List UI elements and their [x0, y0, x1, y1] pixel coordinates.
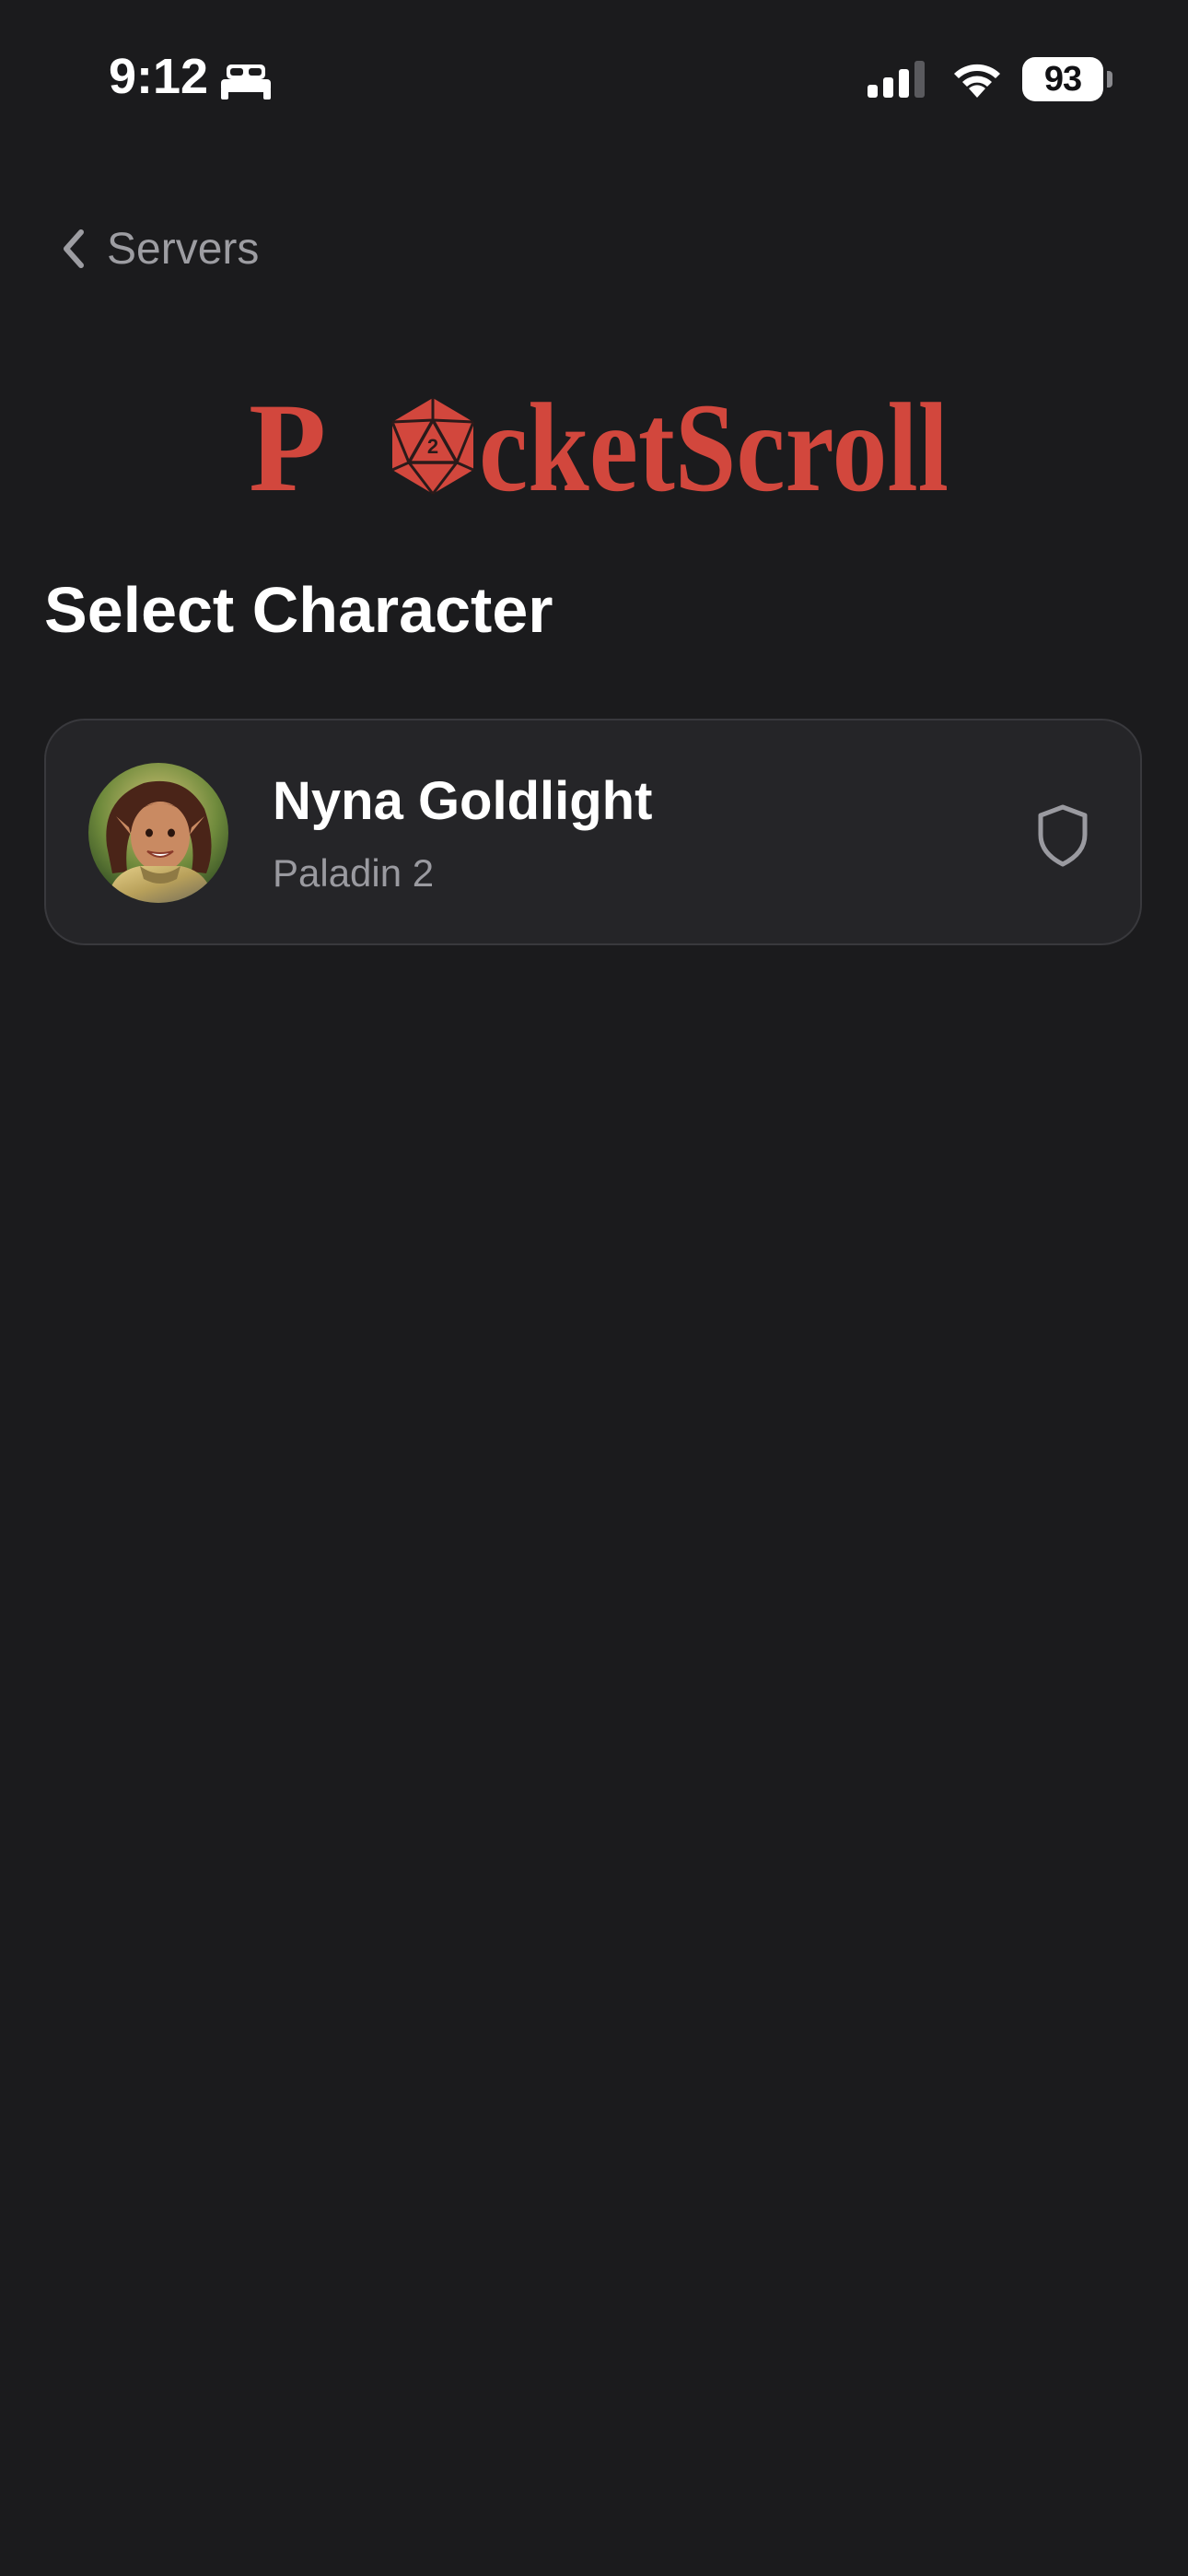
pocketscroll-logo: P 2 cketScroll — [249, 378, 949, 516]
character-card[interactable]: Nyna Goldlight Paladin 2 — [44, 719, 1142, 945]
status-bar: 9:12 93 — [0, 0, 1188, 157]
page-title: Select Character — [44, 574, 553, 646]
status-time: 9:12 — [109, 49, 209, 104]
battery-indicator: 93 — [1022, 57, 1112, 101]
shield-icon — [1038, 804, 1088, 867]
battery-body: 93 — [1022, 57, 1103, 101]
wifi-icon — [954, 64, 1000, 98]
battery-cap — [1107, 71, 1112, 88]
logo-text-start: P — [249, 378, 326, 516]
cellular-signal-icon — [868, 61, 925, 98]
character-avatar — [88, 763, 228, 903]
d20-icon: 2 — [390, 398, 475, 495]
chevron-left-icon — [64, 229, 84, 268]
logo-text-end: cketScroll — [479, 378, 949, 516]
bed-icon — [221, 64, 271, 100]
battery-level: 93 — [1043, 59, 1082, 99]
back-button-label: Servers — [107, 224, 260, 274]
character-class-level: Paladin 2 — [273, 851, 435, 895]
character-name: Nyna Goldlight — [273, 771, 653, 831]
die-number: 2 — [427, 435, 438, 458]
back-button[interactable]: Servers — [57, 216, 259, 282]
